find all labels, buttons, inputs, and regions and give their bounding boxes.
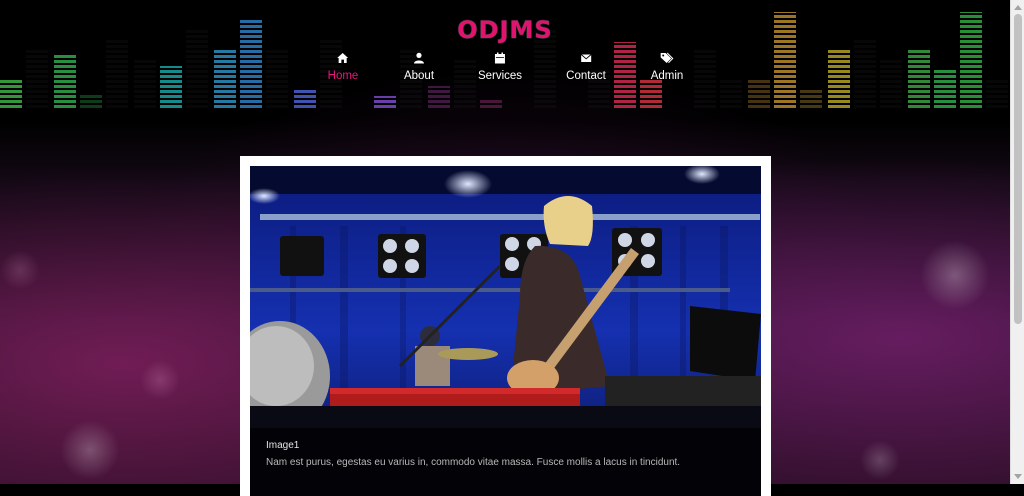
nav-label: Home bbox=[327, 70, 359, 82]
scroll-up-arrow-icon[interactable] bbox=[1014, 5, 1022, 10]
nav-item-contact[interactable]: Contact bbox=[566, 52, 606, 82]
nav-label: Admin bbox=[650, 70, 684, 82]
nav-label: Services bbox=[477, 70, 523, 82]
site-logo[interactable]: ODJMS bbox=[0, 16, 1010, 44]
slide-description: Nam est purus, egestas eu varius in, com… bbox=[266, 457, 681, 468]
equalizer-bar bbox=[480, 98, 502, 108]
scroll-down-arrow-icon[interactable] bbox=[1014, 474, 1022, 479]
slide-photo: Image1 Nam est purus, egestas eu varius … bbox=[250, 166, 761, 496]
equalizer-bar bbox=[374, 96, 396, 108]
tags-icon bbox=[651, 52, 684, 66]
main-nav: Home About Services Contact Admin bbox=[0, 52, 1010, 92]
vertical-scrollbar[interactable] bbox=[1010, 0, 1024, 484]
calendar-icon bbox=[478, 52, 522, 66]
nav-item-services[interactable]: Services bbox=[478, 52, 522, 82]
home-icon bbox=[328, 52, 359, 66]
nav-item-admin[interactable]: Admin bbox=[650, 52, 684, 82]
image-slider[interactable]: Image1 Nam est purus, egestas eu varius … bbox=[240, 156, 771, 496]
slide-title: Image1 bbox=[266, 440, 300, 451]
equalizer-bar bbox=[80, 94, 102, 108]
nav-item-home[interactable]: Home bbox=[327, 52, 359, 82]
slide-caption: Image1 Nam est purus, egestas eu varius … bbox=[250, 428, 761, 496]
scroll-thumb[interactable] bbox=[1014, 14, 1022, 324]
nav-label: About bbox=[403, 70, 435, 82]
user-icon bbox=[404, 52, 434, 66]
nav-item-about[interactable]: About bbox=[404, 52, 434, 82]
nav-label: Contact bbox=[566, 70, 606, 82]
envelope-icon bbox=[566, 52, 606, 66]
